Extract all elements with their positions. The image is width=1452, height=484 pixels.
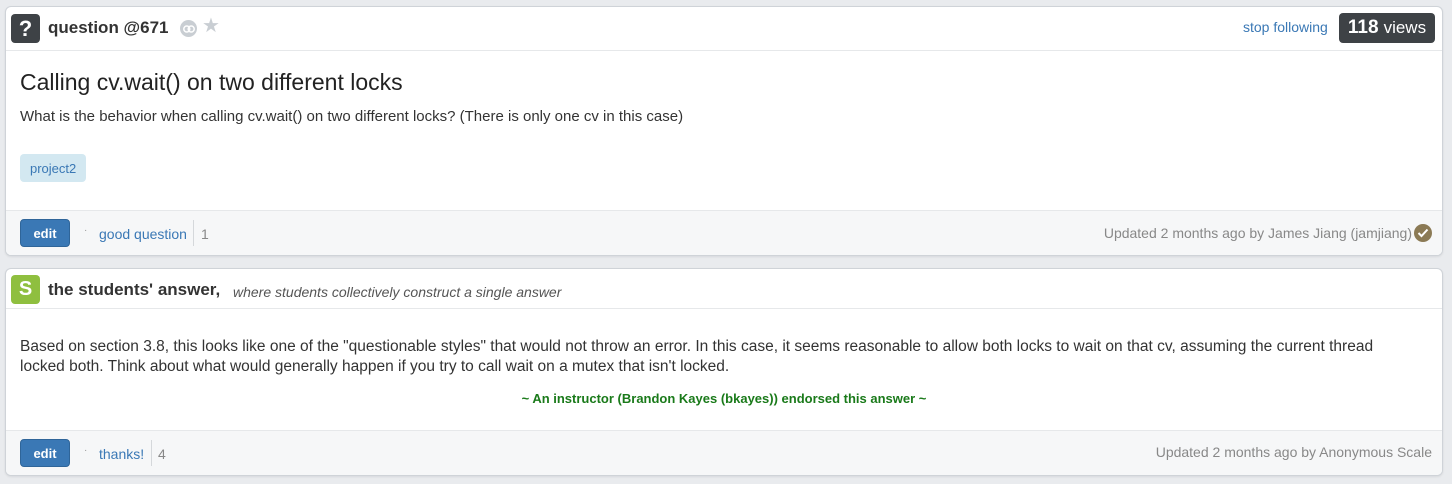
question-updated-text: Updated 2 months ago by James Jiang (jam… (1103, 225, 1412, 241)
question-title: Calling cv.wait() on two different locks (20, 69, 403, 95)
answer-footer: edit · thanks! 4 Updated 2 months ago by… (6, 430, 1442, 475)
question-body: What is the behavior when calling cv.wai… (20, 108, 684, 125)
edit-answer-button[interactable]: edit (20, 439, 70, 467)
link-icon[interactable] (180, 20, 197, 37)
views-label: views (1383, 18, 1427, 37)
footer-dot: · (84, 445, 88, 456)
students-answer-card: S the students' answer, where students c… (5, 268, 1443, 476)
thanks-count: 4 (158, 446, 166, 462)
question-header-title: question @671 (48, 18, 169, 37)
footer-dot: · (84, 225, 88, 236)
answer-updated-text: Updated 2 months ago by Anonymous Scale (1155, 444, 1432, 460)
tag-project2[interactable]: project2 (20, 154, 87, 182)
answer-header-title: the students' answer, (48, 280, 221, 299)
good-question-button[interactable]: good question (99, 226, 187, 242)
question-header: ? question @671 ★ stop following 118 vie… (6, 7, 1442, 51)
answer-header: S the students' answer, where students c… (6, 269, 1442, 309)
question-footer: edit · good question 1 Updated 2 months … (6, 210, 1442, 255)
views-count: 118 (1347, 17, 1379, 38)
star-icon[interactable]: ★ (202, 16, 220, 36)
question-updated-info: Updated 2 months ago by James Jiang (jam… (1104, 224, 1432, 242)
question-mark-badge-icon: ? (11, 14, 40, 43)
thanks-button[interactable]: thanks! (99, 446, 144, 462)
views-badge: 118 views (1339, 13, 1435, 43)
edit-question-button[interactable]: edit (20, 219, 70, 247)
question-card: ? question @671 ★ stop following 118 vie… (5, 6, 1443, 256)
good-question-count: 1 (201, 226, 209, 242)
answer-body: Based on section 3.8, this looks like on… (20, 338, 1374, 375)
answer-updated-info: Updated 2 months ago by Anonymous Scale (1156, 444, 1432, 460)
endorsement-note: ~ An instructor (Brandon Kayes (bkayes))… (521, 391, 927, 406)
stop-following-link[interactable]: stop following (1243, 19, 1328, 35)
answer-header-subtitle: where students collectively construct a … (233, 284, 562, 300)
footer-divider (193, 220, 194, 246)
footer-divider (151, 440, 152, 466)
students-s-badge-icon: S (11, 275, 40, 304)
check-circle-icon (1414, 224, 1432, 242)
